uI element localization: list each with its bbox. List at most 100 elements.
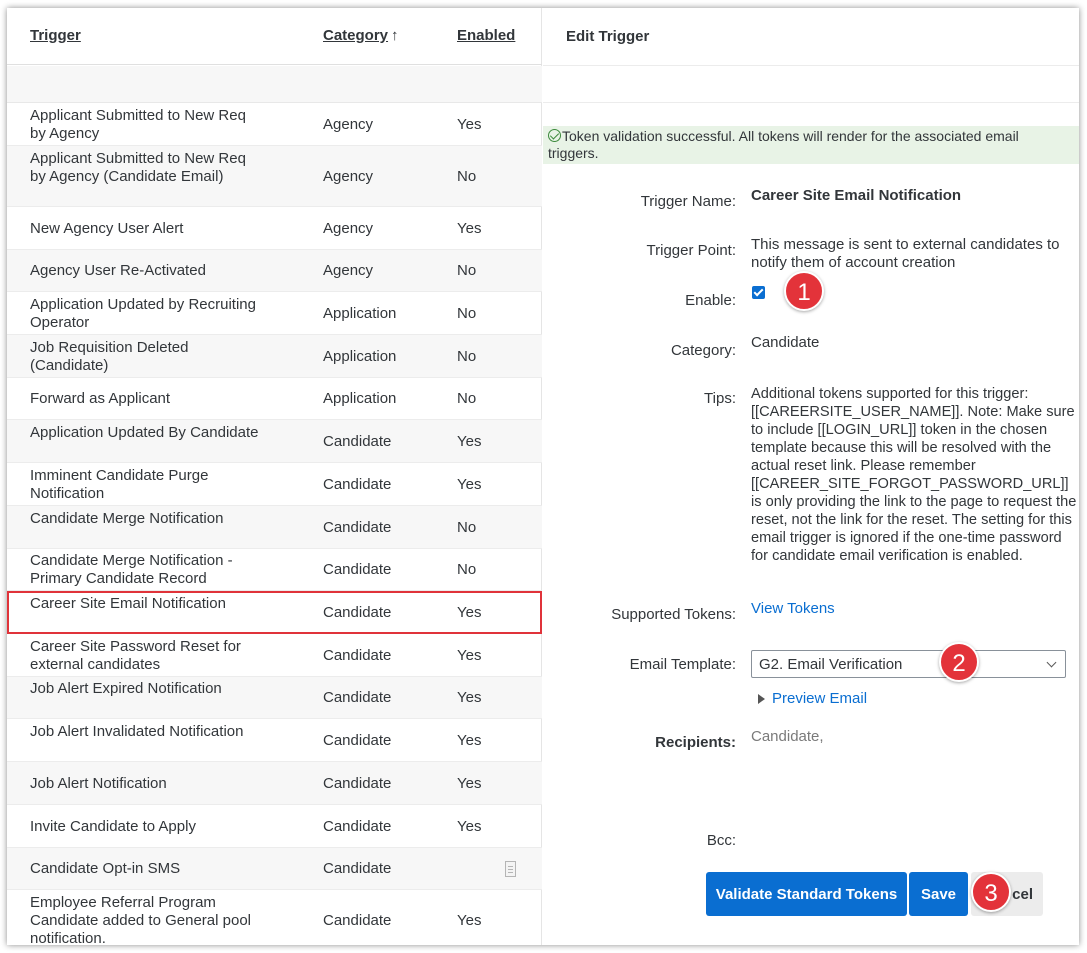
table-row[interactable]: Job Requisition Deleted (Candidate) Appli… [7,335,542,378]
enabled-cell: No [457,390,477,407]
enabled-cell: Yes [457,689,482,706]
trigger-rows: Applicant Submitted to New Req by Agency… [7,103,542,945]
table-row[interactable]: Application Updated by Recruiting Operat… [7,292,542,335]
table-row[interactable]: Imminent Candidate Purge Notification Can… [7,463,542,506]
step-badge-2: 2 [939,642,979,682]
table-row[interactable]: Invite Candidate to Apply Candidate Yes [7,805,542,848]
window-frame: Trigger Category ↑ Enabled Applicant Subm… [7,8,1079,945]
recipients-value: Candidate, [751,728,824,745]
enable-checkbox[interactable] [752,286,765,299]
bcc-label: Bcc: [706,832,736,849]
enabled-cell: Yes [457,646,482,664]
trigger-cell: Job Alert Notification [30,774,167,792]
trigger-cell: Forward as Applicant [30,390,171,407]
email-template-select[interactable]: G2. Email Verification [751,650,1066,678]
table-row[interactable]: Candidate Merge Notification - Primary C… [7,549,542,591]
trigger-cell: Job Alert Invalidated Notification [30,722,244,740]
table-row[interactable]: New Agency User Alert Agency Yes [7,207,542,250]
enabled-cell: Yes [457,817,482,835]
success-message-strip: Token validation successful. All tokens … [543,126,1079,164]
category-cell: Candidate [323,731,392,749]
trigger-cell: New Agency User Alert [30,219,184,237]
table-row[interactable]: Forward as Applicant Application No [7,378,542,420]
table-row[interactable]: Job Alert Invalidated Notification Candid… [7,719,542,762]
category-cell: Candidate [323,911,392,929]
preview-email-link[interactable]: Preview Email [772,690,867,708]
trigger-cell: Candidate Merge Notification - Primary C… [30,552,233,587]
table-row[interactable]: Job Alert Notification Candidate Yes [7,762,542,805]
enabled-cell: No [457,347,477,365]
category-label: Category: [670,342,736,359]
table-row[interactable]: Job Alert Expired Notification Candidate Y… [7,677,542,719]
save-button[interactable]: Save [909,872,968,916]
trigger-cell: Agency User Re-Activated [30,262,206,279]
table-row[interactable]: Applicant Submitted to New Req by Agency… [7,103,542,146]
category-cell: Application [323,347,397,365]
recipients-label: Recipients: [655,734,736,751]
email-template-value: G2. Email Verification [759,656,903,673]
success-message: Token validation successful. All tokens … [548,128,1019,161]
table-row[interactable]: Agency User Re-Activated Agency No [7,250,542,292]
step-badge-3: 3 [971,872,1011,912]
trigger-cell: Applicant Submitted to New Req by Agency… [30,149,246,185]
table-row[interactable]: Candidate Opt-in SMS Candidate [7,848,542,890]
table-row[interactable]: Career Site Email Notification Candidate Y… [7,591,542,634]
divider [543,65,1079,66]
column-header-enabled[interactable]: Enabled [457,27,515,44]
enabled-cell: Yes [457,219,482,237]
enabled-cell: Yes [457,115,482,133]
enabled-cell: No [457,262,477,279]
table-row[interactable]: Employee Referral Program Candidate adde… [7,890,542,946]
check-circle-icon [548,129,561,142]
trigger-cell: Job Requisition Deleted (Candidate) [30,338,189,374]
view-tokens-link[interactable]: View Tokens [751,600,835,618]
tips-label: Tips: [704,390,736,407]
column-header-category[interactable]: Category ↑ [323,27,399,44]
trigger-cell: Job Alert Expired Notification [30,680,222,697]
category-cell: Candidate [323,603,392,621]
category-cell: Candidate [323,475,392,493]
trigger-cell: Career Site Password Reset for external … [30,637,241,673]
category-cell: Agency [323,167,374,185]
trigger-cell: Application Updated by Recruiting Operat… [30,295,256,331]
category-cell: Candidate [323,646,392,664]
trigger-cell: Candidate Merge Notification [30,509,224,527]
trigger-name-label: Trigger Name: [640,193,736,210]
enabled-cell: No [457,167,477,185]
category-cell: Agency [323,115,374,133]
category-value: Candidate [751,334,820,351]
table-row[interactable]: Applicant Submitted to New Req by Agency… [7,146,542,207]
sort-ascending-icon: ↑ [391,27,399,44]
enabled-cell: No [457,304,477,322]
enabled-cell: Yes [457,774,482,792]
step-badge-1: 1 [784,271,824,311]
trigger-cell: Candidate Opt-in SMS [30,860,181,877]
category-cell: Application [323,304,397,322]
table-row[interactable]: Candidate Merge Notification Candidate No [7,506,542,549]
expand-triangle-icon[interactable] [758,694,765,704]
category-cell: Candidate [323,860,392,877]
trigger-name-value: Career Site Email Notification [751,187,962,204]
trigger-cell: Invite Candidate to Apply [30,817,196,835]
trigger-cell: Career Site Email Notification [30,594,226,612]
trigger-point-label: Trigger Point: [646,242,736,259]
category-cell: Agency [323,262,374,279]
category-cell: Candidate [323,689,392,706]
column-header-category-label: Category [323,27,389,44]
supported-tokens-label: Supported Tokens: [611,606,736,623]
category-cell: Candidate [323,774,392,792]
enabled-cell: Yes [457,475,482,493]
email-template-label: Email Template: [629,656,736,673]
column-header-trigger[interactable]: Trigger [30,27,81,44]
table-row[interactable]: Application Updated By Candidate Candidat… [7,420,542,463]
trigger-list-panel: Trigger Category ↑ Enabled Applicant Subm… [7,8,542,945]
chevron-down-icon [1046,657,1057,668]
enabled-cell: Yes [457,911,482,929]
edit-trigger-panel: Edit Trigger Token validation successful… [543,8,1079,945]
validate-standard-tokens-button[interactable]: Validate Standard Tokens [706,872,907,916]
trigger-cell: Imminent Candidate Purge Notification [30,466,209,502]
enable-label: Enable: [685,292,736,309]
category-cell: Candidate [323,817,392,835]
trigger-cell: Employee Referral Program Candidate adde… [30,893,252,946]
table-row[interactable]: Career Site Password Reset for external … [7,634,542,677]
